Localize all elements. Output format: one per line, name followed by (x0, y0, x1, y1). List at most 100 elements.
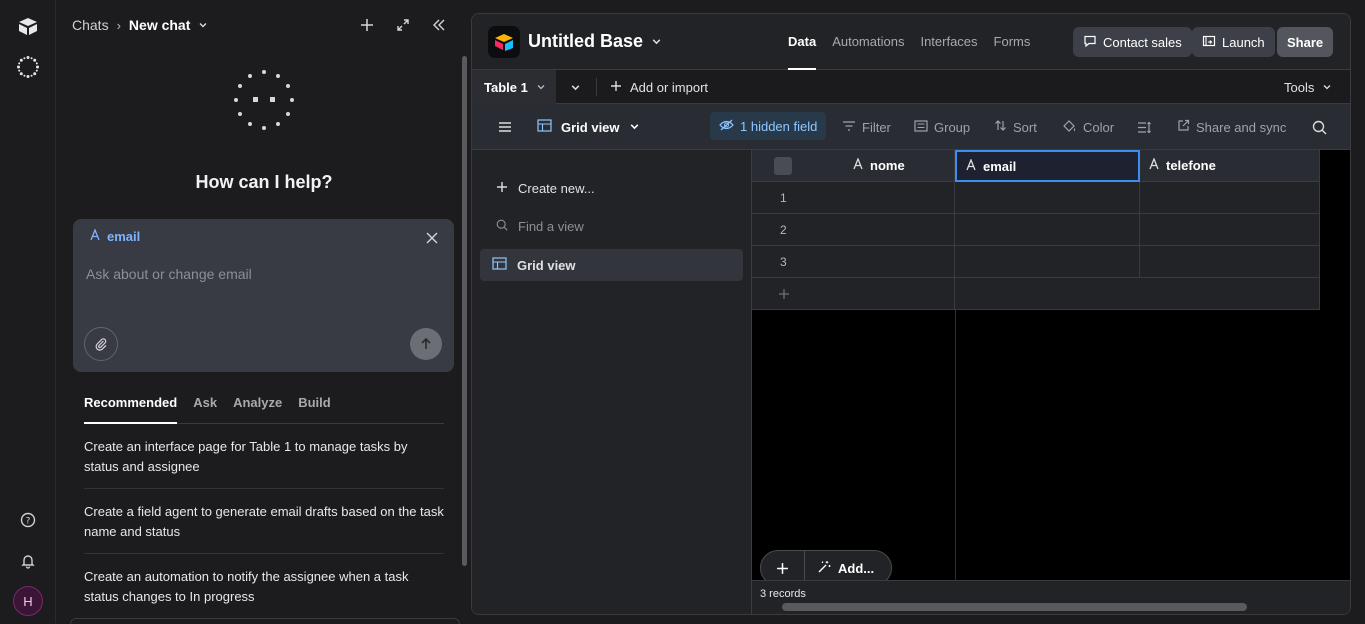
tab-build[interactable]: Build (298, 388, 331, 423)
base-logo-icon[interactable] (488, 26, 520, 58)
color-label: Color (1083, 119, 1115, 135)
filter-button[interactable]: Filter (842, 104, 891, 150)
row-height-icon[interactable] (1137, 104, 1152, 150)
column-header-telefone: telefone (1166, 158, 1216, 173)
column-header-email-cell[interactable]: email (955, 150, 1140, 182)
color-button[interactable]: Color (1062, 104, 1114, 150)
add-row-strip[interactable] (955, 278, 1320, 310)
text-field-type-icon (89, 228, 101, 244)
suggestion-item[interactable]: Create a field agent to generate email d… (84, 502, 444, 542)
select-all-checkbox[interactable] (774, 156, 792, 175)
attach-paperclip-icon[interactable] (84, 327, 118, 361)
row-number[interactable]: 3 (752, 246, 955, 278)
tools-label: Tools (1284, 79, 1315, 95)
base-title[interactable]: Untitled Base (528, 31, 662, 52)
column-header-nome[interactable]: nome (870, 158, 905, 173)
grid-cell[interactable] (955, 246, 1140, 278)
find-view-input[interactable]: Find a view (480, 210, 743, 242)
expand-icon[interactable] (394, 14, 412, 36)
tab-table-1[interactable]: Table 1 (472, 70, 556, 104)
tab-analyze[interactable]: Analyze (233, 388, 282, 423)
share-button[interactable]: Share (1277, 27, 1334, 57)
horizontal-scrollbar[interactable] (782, 603, 1247, 611)
field-context-label: email (107, 229, 141, 244)
add-row-plus-icon[interactable] (752, 278, 955, 310)
view-name: Grid view (561, 119, 620, 135)
chat-composer[interactable]: email Ask about or change email (73, 219, 454, 372)
add-or-import-button[interactable]: Add or import (610, 70, 708, 104)
add-with-ai-button[interactable]: Add... (805, 560, 874, 577)
panel-bottom-edge (70, 618, 460, 624)
base-title-text: Untitled Base (528, 31, 644, 51)
find-view-placeholder: Find a view (518, 218, 584, 234)
chat-header-actions (358, 14, 448, 36)
search-icon[interactable] (1312, 104, 1327, 150)
grid-cell[interactable] (1140, 246, 1320, 278)
divider (84, 553, 444, 554)
chevron-down-icon[interactable] (198, 17, 208, 33)
left-rail: ? H (0, 0, 56, 623)
grid-cell[interactable] (1140, 182, 1320, 214)
send-arrow-icon[interactable] (410, 328, 442, 360)
eye-slash-icon (719, 119, 734, 134)
launch-button[interactable]: Launch (1192, 27, 1275, 57)
chevron-down-icon (536, 80, 546, 95)
hidden-fields-button[interactable]: 1 hidden field (710, 112, 827, 140)
select-all-header: nome (752, 150, 955, 182)
tools-menu[interactable]: Tools (1284, 70, 1332, 104)
group-button[interactable]: Group (914, 104, 970, 150)
nav-automations[interactable]: Automations (832, 34, 904, 49)
sort-button[interactable]: Sort (994, 104, 1037, 150)
composer-input[interactable]: Ask about or change email (86, 266, 252, 282)
search-icon (496, 219, 508, 234)
magic-wand-icon (817, 560, 831, 577)
svg-text:?: ? (26, 517, 31, 527)
nav-forms[interactable]: Forms (994, 34, 1031, 49)
user-avatar[interactable]: H (13, 586, 43, 616)
sort-label: Sort (1013, 119, 1037, 135)
sidebar-toggle-hamburger-icon[interactable] (498, 104, 512, 150)
app-topbar: Untitled Base Data Automations Interface… (472, 14, 1350, 70)
new-chat-plus-icon[interactable] (358, 14, 376, 36)
breadcrumb: Chats › New chat (72, 14, 208, 36)
row-number[interactable]: 2 (752, 214, 955, 246)
chevron-down-icon (651, 31, 662, 52)
tables-dropdown-chevron-icon[interactable] (570, 70, 581, 104)
grid-cell[interactable] (955, 214, 1140, 246)
row-number[interactable]: 1 (752, 182, 955, 214)
add-label: Add... (838, 560, 875, 576)
top-nav: Data Automations Interfaces Forms (788, 34, 1031, 70)
grid-cell[interactable] (955, 182, 1140, 214)
loading-spinner-icon (234, 70, 294, 130)
nav-interfaces[interactable]: Interfaces (920, 34, 977, 49)
record-count: 3 records (760, 588, 806, 600)
view-switcher[interactable]: Grid view (537, 104, 640, 150)
omni-ai-icon[interactable] (16, 55, 40, 79)
launch-icon (1202, 34, 1216, 51)
chevron-down-icon (1322, 80, 1332, 95)
grid-cell[interactable] (1140, 214, 1320, 246)
collapse-panel-icon[interactable] (430, 14, 448, 36)
view-toolbar: Grid view 1 hidden field Filter Group So… (472, 104, 1350, 150)
tab-ask[interactable]: Ask (193, 388, 217, 423)
sidebar-item-grid-view[interactable]: Grid view (480, 249, 743, 281)
breadcrumb-new-chat[interactable]: New chat (129, 17, 190, 33)
airtable-logo-icon[interactable] (16, 14, 40, 38)
create-new-view-button[interactable]: Create new... (480, 172, 743, 204)
column-header-telefone-cell[interactable]: telefone (1140, 150, 1320, 182)
breadcrumb-chats[interactable]: Chats (72, 17, 109, 33)
notifications-bell-icon[interactable] (16, 549, 40, 573)
close-icon[interactable] (426, 228, 438, 249)
avatar-initial: H (23, 593, 33, 609)
help-icon[interactable]: ? (16, 508, 40, 532)
tab-recommended[interactable]: Recommended (84, 388, 178, 424)
contact-sales-button[interactable]: Contact sales (1073, 27, 1192, 57)
suggestion-item[interactable]: Create an automation to notify the assig… (84, 567, 444, 607)
share-and-sync-button[interactable]: Share and sync (1177, 104, 1286, 150)
suggestion-item[interactable]: Create an interface page for Table 1 to … (84, 437, 444, 477)
nav-data[interactable]: Data (788, 34, 817, 70)
chat-panel: Chats › New chat How can I help? email A… (56, 0, 468, 624)
column-header-email: email (983, 158, 1017, 174)
grid-view-icon (492, 257, 507, 273)
chat-scrollbar[interactable] (462, 56, 467, 566)
